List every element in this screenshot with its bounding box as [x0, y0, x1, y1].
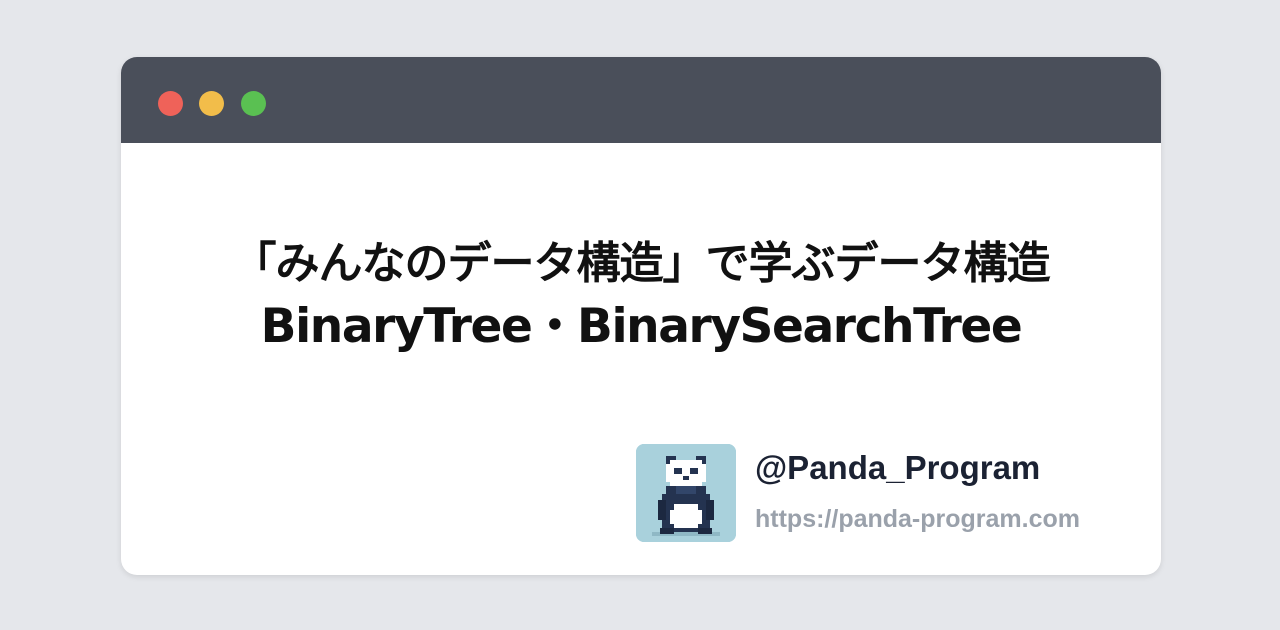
minimize-dot-icon[interactable]: [199, 91, 224, 116]
author-handle[interactable]: @Panda_Program: [755, 448, 1040, 488]
panda-avatar-icon: [636, 444, 736, 542]
window-titlebar: [121, 57, 1161, 143]
maximize-dot-icon[interactable]: [241, 91, 266, 116]
author-info: @Panda_Program https://panda-program.com: [636, 444, 1136, 544]
close-dot-icon[interactable]: [158, 91, 183, 116]
browser-window: 「みんなのデータ構造」で学ぶデータ構造 BinaryTree・BinarySea…: [121, 57, 1161, 575]
title-line-japanese: 「みんなのデータ構造」で学ぶデータ構造: [232, 238, 1051, 289]
author-website-link[interactable]: https://panda-program.com: [755, 503, 1080, 535]
article-title: 「みんなのデータ構造」で学ぶデータ構造 BinaryTree・BinarySea…: [121, 233, 1161, 359]
title-line-english: BinaryTree・BinarySearchTree: [260, 299, 1023, 354]
